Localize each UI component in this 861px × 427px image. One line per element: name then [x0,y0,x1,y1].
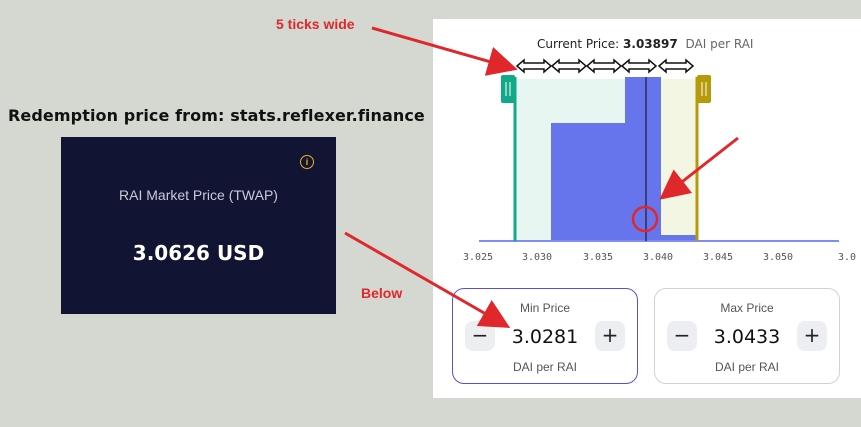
below-annotation: Below [361,285,403,301]
max-price-unit: DAI per RAI [714,360,780,374]
axis-tick-label: 3.035 [582,252,614,263]
tick-width-arrows [515,58,695,74]
axis-tick-label: 3.030 [521,252,553,263]
redemption-price-heading: Redemption price from: stats.reflexer.fi… [8,106,425,125]
twap-value: 3.0626 USD [132,241,265,265]
axis-tick-label: 3.025 [462,252,494,263]
twap-label: RAI Market Price (TWAP) [119,187,278,203]
max-price-box[interactable]: Max Price − 3.0433 + DAI per RAI [654,288,840,384]
current-price-label: Current Price: [537,37,620,51]
min-price-unit: DAI per RAI [512,360,578,374]
rai-market-price-card: i RAI Market Price (TWAP) 3.0626 USD [61,137,336,314]
min-price-title: Min Price [519,301,570,315]
min-range-handle[interactable] [501,75,515,103]
min-price-increment-button[interactable]: + [595,321,625,351]
axis-tick-label: 3.045 [702,252,734,263]
min-price-box[interactable]: Min Price − 3.0281 + DAI per RAI [452,288,638,384]
current-price-value: 3.03897 [623,37,678,51]
current-price-readout: Current Price: 3.03897 DAI per RAI [537,37,753,51]
max-price-title: Max Price [720,301,774,315]
info-icon[interactable]: i [300,155,314,169]
ticks-wide-annotation: 5 ticks wide [276,16,355,32]
axis-tick-label: 3.050 [762,252,794,263]
liquidity-chart [479,58,839,242]
selected-range-right-area [661,79,697,241]
price-range-panel: Current Price: 3.03897 DAI per RAI 3.025… [433,19,861,398]
axis-tick-label: 3.040 [642,252,674,263]
liquidity-bar [551,123,625,241]
axis-tick-label: 3.0 [837,252,857,263]
current-price-unit: DAI per RAI [685,37,754,51]
max-range-handle[interactable] [697,75,711,103]
max-price-increment-button[interactable]: + [797,321,827,351]
